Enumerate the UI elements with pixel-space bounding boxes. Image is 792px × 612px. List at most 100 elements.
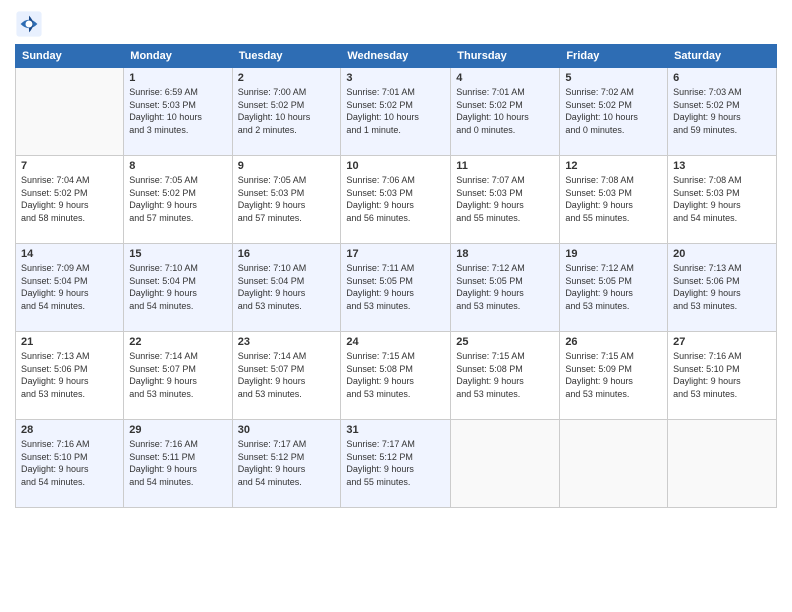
weekday-header-saturday: Saturday [668, 45, 777, 68]
day-info: Sunrise: 7:17 AMSunset: 5:12 PMDaylight:… [346, 438, 445, 488]
day-number: 17 [346, 248, 445, 260]
calendar-week-row: 1Sunrise: 6:59 AMSunset: 5:03 PMDaylight… [16, 68, 777, 156]
day-number: 23 [238, 336, 336, 348]
day-number: 24 [346, 336, 445, 348]
calendar-week-row: 28Sunrise: 7:16 AMSunset: 5:10 PMDayligh… [16, 420, 777, 508]
calendar-cell [668, 420, 777, 508]
calendar-cell: 25 Sunrise: 7:15 AMSunset: 5:08 PMDayligh… [451, 332, 560, 420]
calendar-cell: 15Sunrise: 7:10 AMSunset: 5:04 PMDayligh… [124, 244, 232, 332]
day-number: 13 [673, 160, 771, 172]
day-number: 21 [21, 336, 118, 348]
calendar-cell: 4Sunrise: 7:01 AMSunset: 5:02 PMDaylight… [451, 68, 560, 156]
day-number: 11 [456, 160, 554, 172]
calendar-cell: 2 Sunrise: 7:00 AMSunset: 5:02 PMDaylight… [232, 68, 341, 156]
calendar-cell: 17 Sunrise: 7:11 AMSunset: 5:05 PMDayligh… [341, 244, 451, 332]
day-info: Sunrise: 7:10 AMSunset: 5:04 PMDaylight:… [238, 262, 336, 312]
calendar-cell: 8 Sunrise: 7:05 AMSunset: 5:02 PMDaylight… [124, 156, 232, 244]
day-info: Sunrise: 7:09 AMSunset: 5:04 PMDaylight:… [21, 262, 118, 312]
day-info: Sunrise: 7:11 AMSunset: 5:05 PMDaylight:… [346, 262, 445, 312]
day-number: 10 [346, 160, 445, 172]
day-number: 1 [129, 72, 226, 84]
day-number: 18 [456, 248, 554, 260]
day-info: Sunrise: 7:08 AMSunset: 5:03 PMDaylight:… [565, 174, 662, 224]
weekday-header-monday: Monday [124, 45, 232, 68]
day-number: 12 [565, 160, 662, 172]
day-info: Sunrise: 7:16 AMSunset: 5:10 PMDaylight:… [21, 438, 118, 488]
day-number: 27 [673, 336, 771, 348]
day-info: Sunrise: 7:02 AMSunset: 5:02 PMDaylight:… [565, 86, 662, 136]
calendar-cell: 21 Sunrise: 7:13 AMSunset: 5:06 PMDayligh… [16, 332, 124, 420]
day-info: Sunrise: 7:01 AMSunset: 5:02 PMDaylight:… [456, 86, 554, 136]
calendar-week-row: 21 Sunrise: 7:13 AMSunset: 5:06 PMDayligh… [16, 332, 777, 420]
calendar-cell: 23 Sunrise: 7:14 AMSunset: 5:07 PMDayligh… [232, 332, 341, 420]
day-number: 2 [238, 72, 336, 84]
day-number: 26 [565, 336, 662, 348]
day-number: 5 [565, 72, 662, 84]
weekday-header-row: SundayMondayTuesdayWednesdayThursdayFrid… [16, 45, 777, 68]
calendar-cell: 26 Sunrise: 7:15 AMSunset: 5:09 PMDayligh… [560, 332, 668, 420]
day-number: 20 [673, 248, 771, 260]
day-info: Sunrise: 7:03 AMSunset: 5:02 PMDaylight:… [673, 86, 771, 136]
day-number: 9 [238, 160, 336, 172]
day-info: Sunrise: 7:14 AMSunset: 5:07 PMDaylight:… [129, 350, 226, 400]
day-number: 3 [346, 72, 445, 84]
weekday-header-wednesday: Wednesday [341, 45, 451, 68]
calendar-cell: 11 Sunrise: 7:07 AMSunset: 5:03 PMDayligh… [451, 156, 560, 244]
day-info: Sunrise: 7:13 AMSunset: 5:06 PMDaylight:… [21, 350, 118, 400]
day-info: Sunrise: 7:05 AMSunset: 5:02 PMDaylight:… [129, 174, 226, 224]
calendar-cell: 29 Sunrise: 7:16 AMSunset: 5:11 PMDayligh… [124, 420, 232, 508]
calendar-cell: 12 Sunrise: 7:08 AMSunset: 5:03 PMDayligh… [560, 156, 668, 244]
calendar-cell [16, 68, 124, 156]
day-number: 29 [129, 424, 226, 436]
weekday-header-tuesday: Tuesday [232, 45, 341, 68]
logo [15, 10, 47, 38]
calendar-cell: 24 Sunrise: 7:15 AMSunset: 5:08 PMDayligh… [341, 332, 451, 420]
day-number: 25 [456, 336, 554, 348]
weekday-header-sunday: Sunday [16, 45, 124, 68]
calendar-cell: 14 Sunrise: 7:09 AMSunset: 5:04 PMDayligh… [16, 244, 124, 332]
calendar-cell: 6 Sunrise: 7:03 AMSunset: 5:02 PMDaylight… [668, 68, 777, 156]
day-number: 30 [238, 424, 336, 436]
calendar-cell: 27Sunrise: 7:16 AMSunset: 5:10 PMDayligh… [668, 332, 777, 420]
calendar-cell: 16 Sunrise: 7:10 AMSunset: 5:04 PMDayligh… [232, 244, 341, 332]
day-info: Sunrise: 7:07 AMSunset: 5:03 PMDaylight:… [456, 174, 554, 224]
day-number: 15 [129, 248, 226, 260]
day-info: Sunrise: 7:15 AMSunset: 5:09 PMDaylight:… [565, 350, 662, 400]
day-number: 6 [673, 72, 771, 84]
weekday-header-friday: Friday [560, 45, 668, 68]
calendar-cell: 5 Sunrise: 7:02 AMSunset: 5:02 PMDaylight… [560, 68, 668, 156]
day-info: Sunrise: 7:12 AMSunset: 5:05 PMDaylight:… [565, 262, 662, 312]
day-number: 22 [129, 336, 226, 348]
day-info: Sunrise: 7:17 AMSunset: 5:12 PMDaylight:… [238, 438, 336, 488]
calendar-cell: 9 Sunrise: 7:05 AMSunset: 5:03 PMDaylight… [232, 156, 341, 244]
day-info: Sunrise: 7:04 AMSunset: 5:02 PMDaylight:… [21, 174, 118, 224]
day-info: Sunrise: 7:15 AMSunset: 5:08 PMDaylight:… [346, 350, 445, 400]
logo-icon [15, 10, 43, 38]
calendar-cell: 19 Sunrise: 7:12 AMSunset: 5:05 PMDayligh… [560, 244, 668, 332]
calendar-week-row: 7Sunrise: 7:04 AMSunset: 5:02 PMDaylight… [16, 156, 777, 244]
calendar-table: SundayMondayTuesdayWednesdayThursdayFrid… [15, 44, 777, 508]
day-number: 8 [129, 160, 226, 172]
day-info: Sunrise: 7:15 AMSunset: 5:08 PMDaylight:… [456, 350, 554, 400]
day-info: Sunrise: 7:08 AMSunset: 5:03 PMDaylight:… [673, 174, 771, 224]
day-info: Sunrise: 7:00 AMSunset: 5:02 PMDaylight:… [238, 86, 336, 136]
day-info: Sunrise: 7:01 AMSunset: 5:02 PMDaylight:… [346, 86, 445, 136]
calendar-cell: 7Sunrise: 7:04 AMSunset: 5:02 PMDaylight… [16, 156, 124, 244]
day-info: Sunrise: 7:12 AMSunset: 5:05 PMDaylight:… [456, 262, 554, 312]
calendar-cell: 31Sunrise: 7:17 AMSunset: 5:12 PMDayligh… [341, 420, 451, 508]
calendar-cell: 13 Sunrise: 7:08 AMSunset: 5:03 PMDayligh… [668, 156, 777, 244]
day-info: Sunrise: 7:05 AMSunset: 5:03 PMDaylight:… [238, 174, 336, 224]
weekday-header-thursday: Thursday [451, 45, 560, 68]
day-info: Sunrise: 7:14 AMSunset: 5:07 PMDaylight:… [238, 350, 336, 400]
calendar-week-row: 14 Sunrise: 7:09 AMSunset: 5:04 PMDayligh… [16, 244, 777, 332]
day-number: 14 [21, 248, 118, 260]
header [15, 10, 777, 38]
day-number: 19 [565, 248, 662, 260]
page: SundayMondayTuesdayWednesdayThursdayFrid… [0, 0, 792, 612]
day-info: Sunrise: 7:13 AMSunset: 5:06 PMDaylight:… [673, 262, 771, 312]
calendar-cell [560, 420, 668, 508]
calendar-cell: 3 Sunrise: 7:01 AMSunset: 5:02 PMDaylight… [341, 68, 451, 156]
day-number: 16 [238, 248, 336, 260]
calendar-cell: 18 Sunrise: 7:12 AMSunset: 5:05 PMDayligh… [451, 244, 560, 332]
day-info: Sunrise: 7:16 AMSunset: 5:11 PMDaylight:… [129, 438, 226, 488]
